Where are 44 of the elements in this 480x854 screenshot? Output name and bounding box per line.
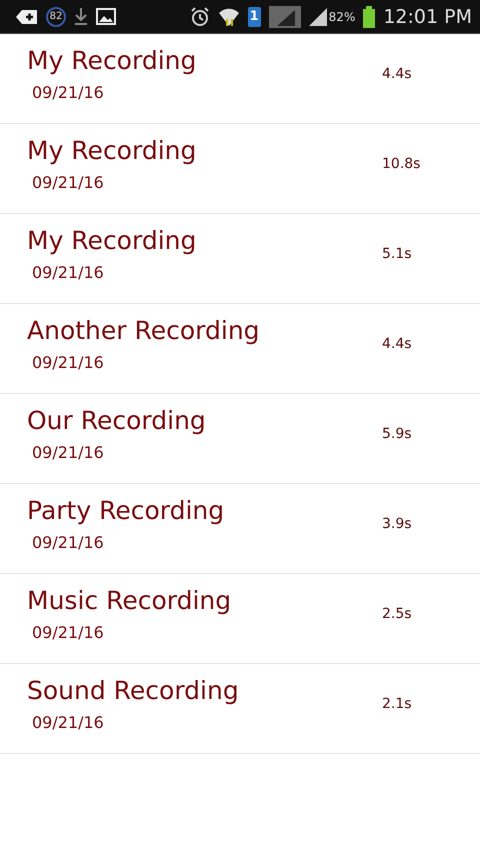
recording-duration: 4.4s bbox=[382, 336, 413, 352]
battery-icon bbox=[363, 6, 376, 28]
recording-title: Music Recording bbox=[27, 586, 232, 614]
recording-date: 09/21/16 bbox=[32, 352, 105, 372]
recording-item[interactable]: Party Recording 09/21/16 3.9s bbox=[0, 484, 480, 574]
alarm-clock-icon bbox=[190, 6, 210, 26]
image-icon bbox=[96, 8, 116, 25]
recording-item[interactable]: Another Recording 09/21/16 4.4s bbox=[0, 304, 480, 394]
plus-tag-icon bbox=[16, 8, 38, 24]
recording-title: My Recording bbox=[27, 46, 198, 74]
recording-duration: 2.1s bbox=[382, 696, 413, 712]
recording-date: 09/21/16 bbox=[32, 82, 105, 102]
recording-title: My Recording bbox=[27, 226, 198, 254]
download-icon bbox=[74, 8, 88, 26]
recording-duration: 4.4s bbox=[382, 66, 413, 82]
recording-duration: 5.9s bbox=[382, 426, 413, 442]
battery-percent: 82% bbox=[328, 10, 356, 24]
recording-title: Party Recording bbox=[27, 496, 226, 524]
recording-date: 09/21/16 bbox=[32, 622, 105, 642]
sim-icon: 1 bbox=[248, 6, 261, 26]
recording-title: Sound Recording bbox=[27, 676, 240, 704]
recording-item[interactable]: Sound Recording 09/21/16 2.1s bbox=[0, 664, 480, 754]
notification-badge: 82 bbox=[46, 6, 66, 26]
recording-date: 09/21/16 bbox=[32, 172, 105, 192]
recording-title: Another Recording bbox=[27, 316, 261, 344]
recording-title: Our Recording bbox=[27, 406, 207, 434]
recording-item[interactable]: Our Recording 09/21/16 5.9s bbox=[0, 394, 480, 484]
recording-item[interactable]: My Recording 09/21/16 10.8s bbox=[0, 124, 480, 214]
recording-item[interactable]: My Recording 09/21/16 4.4s bbox=[0, 34, 480, 124]
recording-duration: 3.9s bbox=[382, 516, 413, 532]
recording-title: My Recording bbox=[27, 136, 198, 164]
recording-date: 09/21/16 bbox=[32, 262, 105, 282]
signal-icon bbox=[268, 6, 301, 28]
recording-item[interactable]: My Recording 09/21/16 5.1s bbox=[0, 214, 480, 304]
clock-time: 12:01 PM bbox=[383, 6, 472, 28]
recording-duration: 10.8s bbox=[382, 156, 422, 172]
recording-date: 09/21/16 bbox=[32, 442, 105, 462]
recording-date: 09/21/16 bbox=[32, 712, 105, 732]
signal-icon bbox=[308, 8, 327, 26]
wifi-icon bbox=[218, 6, 240, 26]
recording-duration: 5.1s bbox=[382, 246, 413, 262]
recording-date: 09/21/16 bbox=[32, 532, 105, 552]
recording-item[interactable]: Music Recording 09/21/16 2.5s bbox=[0, 574, 480, 664]
recording-duration: 2.5s bbox=[382, 606, 413, 622]
